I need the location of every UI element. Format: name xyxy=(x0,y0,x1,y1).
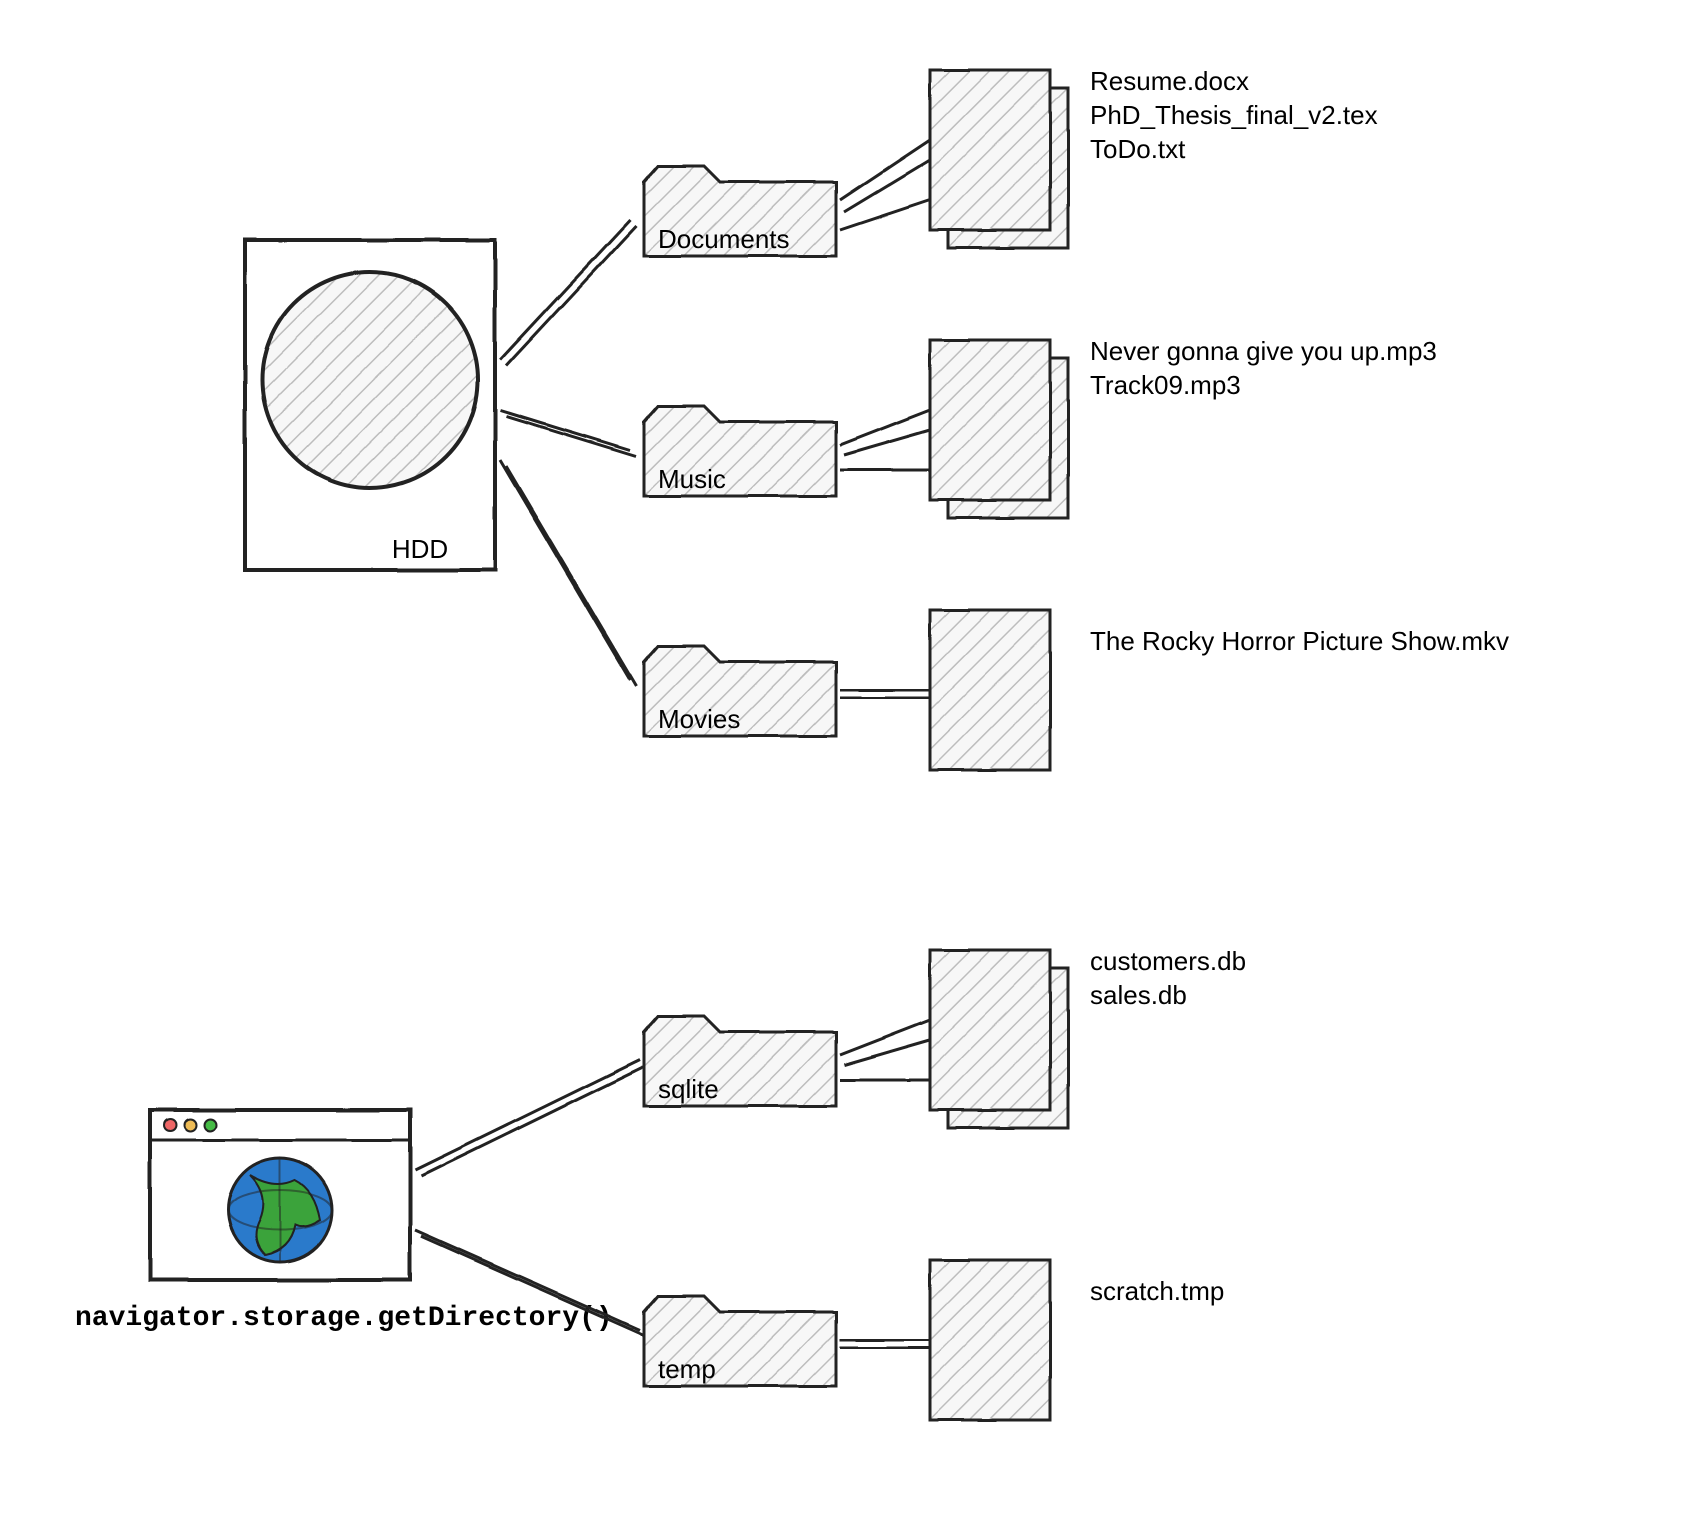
documents-file-0: Resume.docx xyxy=(1090,66,1249,96)
sqlite-file-0: customers.db xyxy=(1090,946,1246,976)
documents-file-1: PhD_Thesis_final_v2.tex xyxy=(1090,100,1378,130)
documents-files-icon xyxy=(930,70,1068,248)
movies-file-connector xyxy=(840,690,930,698)
temp-file-0: scratch.tmp xyxy=(1090,1276,1224,1306)
music-file-connector xyxy=(840,410,930,470)
music-file-1: Track09.mp3 xyxy=(1090,370,1241,400)
sqlite-file-connector xyxy=(840,1020,930,1080)
movies-file-0: The Rocky Horror Picture Show.mkv xyxy=(1090,626,1509,656)
music-file-0: Never gonna give you up.mp3 xyxy=(1090,336,1437,366)
hdd-label: HDD xyxy=(392,534,448,564)
documents-file-connector xyxy=(840,140,930,230)
music-files-icon xyxy=(930,340,1068,518)
folder-documents-label: Documents xyxy=(658,224,790,254)
folder-sqlite-label: sqlite xyxy=(658,1074,719,1104)
documents-file-2: ToDo.txt xyxy=(1090,134,1186,164)
globe-icon xyxy=(228,1158,332,1262)
sqlite-files-icon xyxy=(930,950,1068,1128)
temp-files-icon xyxy=(930,1260,1050,1420)
movies-files-icon xyxy=(930,610,1050,770)
hdd-icon xyxy=(245,240,495,570)
folder-movies-label: Movies xyxy=(658,704,740,734)
folder-documents: Documents xyxy=(644,166,838,256)
folder-movies: Movies xyxy=(644,646,838,736)
folder-temp-label: temp xyxy=(658,1354,716,1384)
browser-connectors xyxy=(415,1060,646,1336)
folder-sqlite: sqlite xyxy=(644,1016,838,1106)
folder-music: Music xyxy=(644,406,838,496)
folder-music-label: Music xyxy=(658,464,726,494)
browser-api-label: navigator.storage.getDirectory() xyxy=(75,1303,613,1334)
hdd-connectors xyxy=(500,220,636,686)
sqlite-file-1: sales.db xyxy=(1090,980,1187,1010)
folder-temp: temp xyxy=(644,1296,838,1386)
temp-file-connector xyxy=(840,1340,930,1348)
